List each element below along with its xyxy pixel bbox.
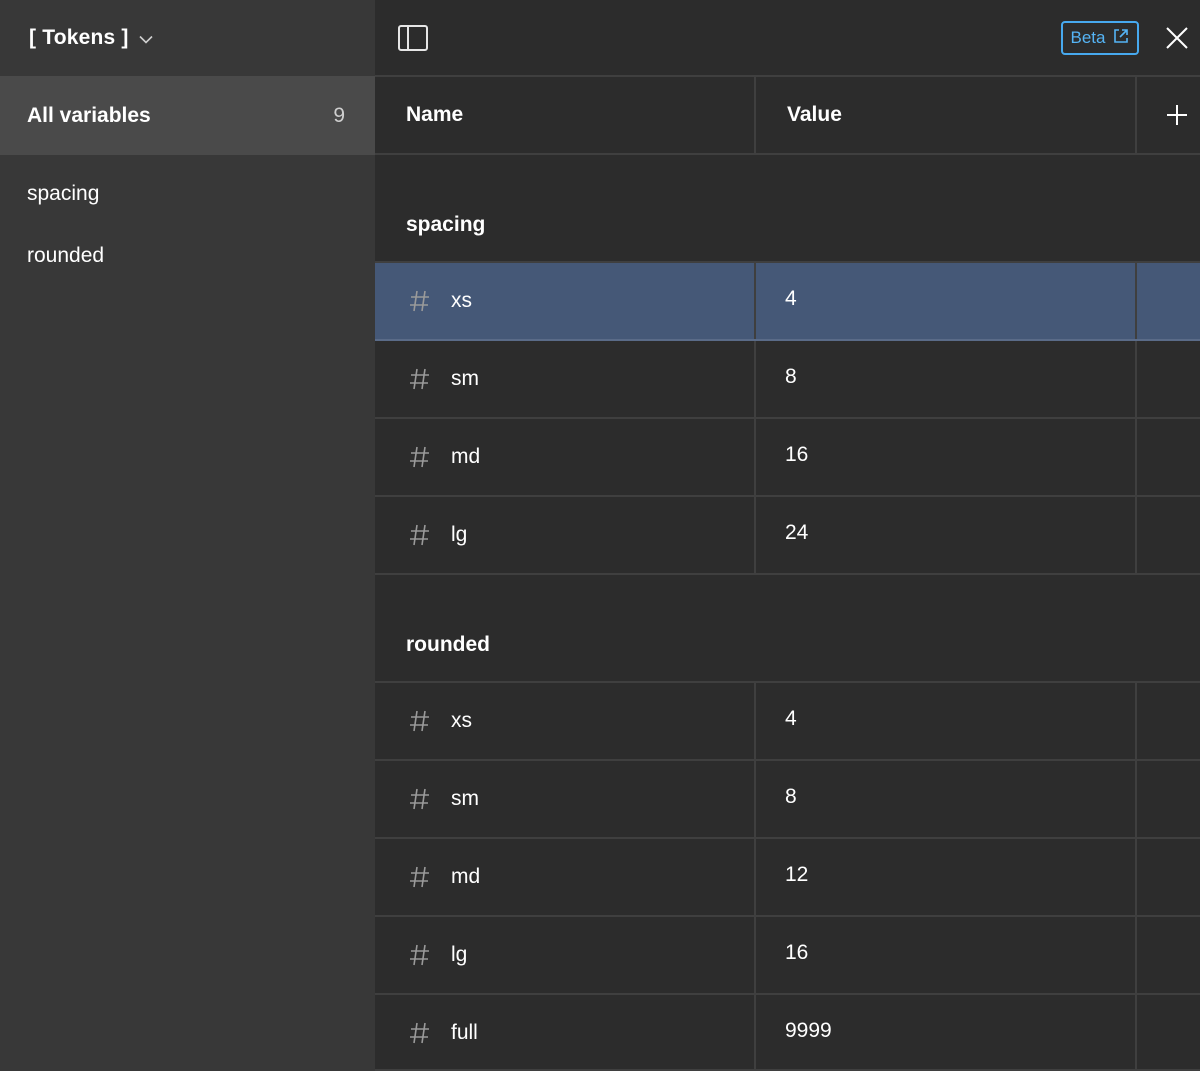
variable-value[interactable]: 16 bbox=[785, 941, 808, 965]
sidebar-item-label: rounded bbox=[27, 244, 105, 267]
column-divider bbox=[1135, 341, 1137, 417]
table-row[interactable]: md 16 bbox=[375, 419, 1200, 497]
beta-label: Beta bbox=[1070, 28, 1106, 47]
column-divider bbox=[1135, 683, 1137, 759]
variable-name: lg bbox=[451, 523, 468, 546]
number-hash-icon bbox=[409, 522, 431, 548]
variable-value[interactable]: 9999 bbox=[785, 1019, 832, 1043]
number-hash-icon bbox=[409, 708, 431, 734]
variable-value[interactable]: 12 bbox=[785, 863, 808, 887]
table-row[interactable]: md 12 bbox=[375, 839, 1200, 917]
chevron-down-icon bbox=[139, 31, 153, 49]
number-hash-icon bbox=[409, 366, 431, 392]
column-divider bbox=[754, 995, 756, 1069]
sidebar-item-label: spacing bbox=[27, 182, 100, 205]
number-hash-icon bbox=[409, 288, 431, 314]
column-divider bbox=[1135, 917, 1137, 993]
table-row[interactable]: lg 24 bbox=[375, 497, 1200, 575]
sidebar: [ Tokens ] All variables 9 spacing round… bbox=[0, 0, 375, 1071]
external-link-icon bbox=[1113, 28, 1129, 49]
sidebar-item-rounded[interactable]: rounded bbox=[0, 225, 375, 287]
sidebar-item-spacing[interactable]: spacing bbox=[0, 163, 375, 225]
variable-value[interactable]: 4 bbox=[785, 287, 797, 311]
variable-name: md bbox=[451, 865, 481, 888]
variable-name: xs bbox=[451, 289, 472, 312]
column-divider bbox=[754, 917, 756, 993]
column-divider bbox=[1135, 839, 1137, 915]
variable-name: lg bbox=[451, 943, 468, 966]
column-divider bbox=[754, 497, 756, 573]
column-divider bbox=[754, 263, 756, 339]
column-divider bbox=[754, 341, 756, 417]
sidebar-item-label: All variables bbox=[27, 103, 151, 127]
table-header: Name Value bbox=[375, 77, 1200, 155]
table-row[interactable]: lg 16 bbox=[375, 917, 1200, 995]
toolbar: Beta bbox=[375, 0, 1200, 77]
variables-panel: [ Tokens ] All variables 9 spacing round… bbox=[0, 0, 1200, 1071]
group-header-spacing: spacing bbox=[375, 155, 1200, 263]
table-row[interactable]: xs 4 bbox=[375, 683, 1200, 761]
number-hash-icon bbox=[409, 942, 431, 968]
sidebar-item-all-variables[interactable]: All variables 9 bbox=[0, 76, 375, 155]
table-row[interactable]: sm 8 bbox=[375, 341, 1200, 419]
table-row[interactable]: full 9999 bbox=[375, 995, 1200, 1071]
collection-title: [ Tokens ] bbox=[29, 26, 129, 49]
beta-button[interactable]: Beta bbox=[1061, 21, 1139, 55]
collection-switcher[interactable]: [ Tokens ] bbox=[0, 0, 375, 76]
variable-value[interactable]: 24 bbox=[785, 521, 808, 545]
table-row[interactable]: sm 8 bbox=[375, 761, 1200, 839]
variable-value[interactable]: 8 bbox=[785, 785, 797, 809]
number-hash-icon bbox=[409, 1020, 431, 1046]
column-divider bbox=[1135, 419, 1137, 495]
number-hash-icon bbox=[409, 786, 431, 812]
number-hash-icon bbox=[409, 444, 431, 470]
column-divider bbox=[754, 761, 756, 837]
column-divider bbox=[754, 419, 756, 495]
column-divider bbox=[754, 683, 756, 759]
column-divider bbox=[1135, 497, 1137, 573]
group-header-rounded: rounded bbox=[375, 575, 1200, 683]
close-icon[interactable] bbox=[1163, 24, 1191, 52]
table-row[interactable]: xs 4 bbox=[375, 263, 1200, 341]
column-divider bbox=[1135, 263, 1137, 339]
variable-value[interactable]: 4 bbox=[785, 707, 797, 731]
column-divider bbox=[754, 839, 756, 915]
variable-name: xs bbox=[451, 709, 472, 732]
group-label: rounded bbox=[406, 633, 490, 656]
number-hash-icon bbox=[409, 864, 431, 890]
column-divider bbox=[1135, 77, 1137, 153]
column-divider bbox=[1135, 995, 1137, 1069]
variable-value[interactable]: 16 bbox=[785, 443, 808, 467]
column-header-name[interactable]: Name bbox=[375, 77, 755, 153]
variable-name: md bbox=[451, 445, 481, 468]
variable-value[interactable]: 8 bbox=[785, 365, 797, 389]
variables-table-area: Beta Name Value spacing xs 4 sm 8 md 16 … bbox=[375, 0, 1200, 1071]
column-divider bbox=[1135, 761, 1137, 837]
sidebar-panel-icon[interactable] bbox=[397, 24, 429, 52]
column-header-value[interactable]: Value bbox=[756, 77, 1136, 153]
group-label: spacing bbox=[406, 213, 486, 236]
variable-name: full bbox=[451, 1021, 478, 1044]
variable-name: sm bbox=[451, 787, 479, 810]
variable-count: 9 bbox=[333, 103, 345, 127]
variable-name: sm bbox=[451, 367, 479, 390]
plus-icon[interactable] bbox=[1165, 103, 1189, 127]
